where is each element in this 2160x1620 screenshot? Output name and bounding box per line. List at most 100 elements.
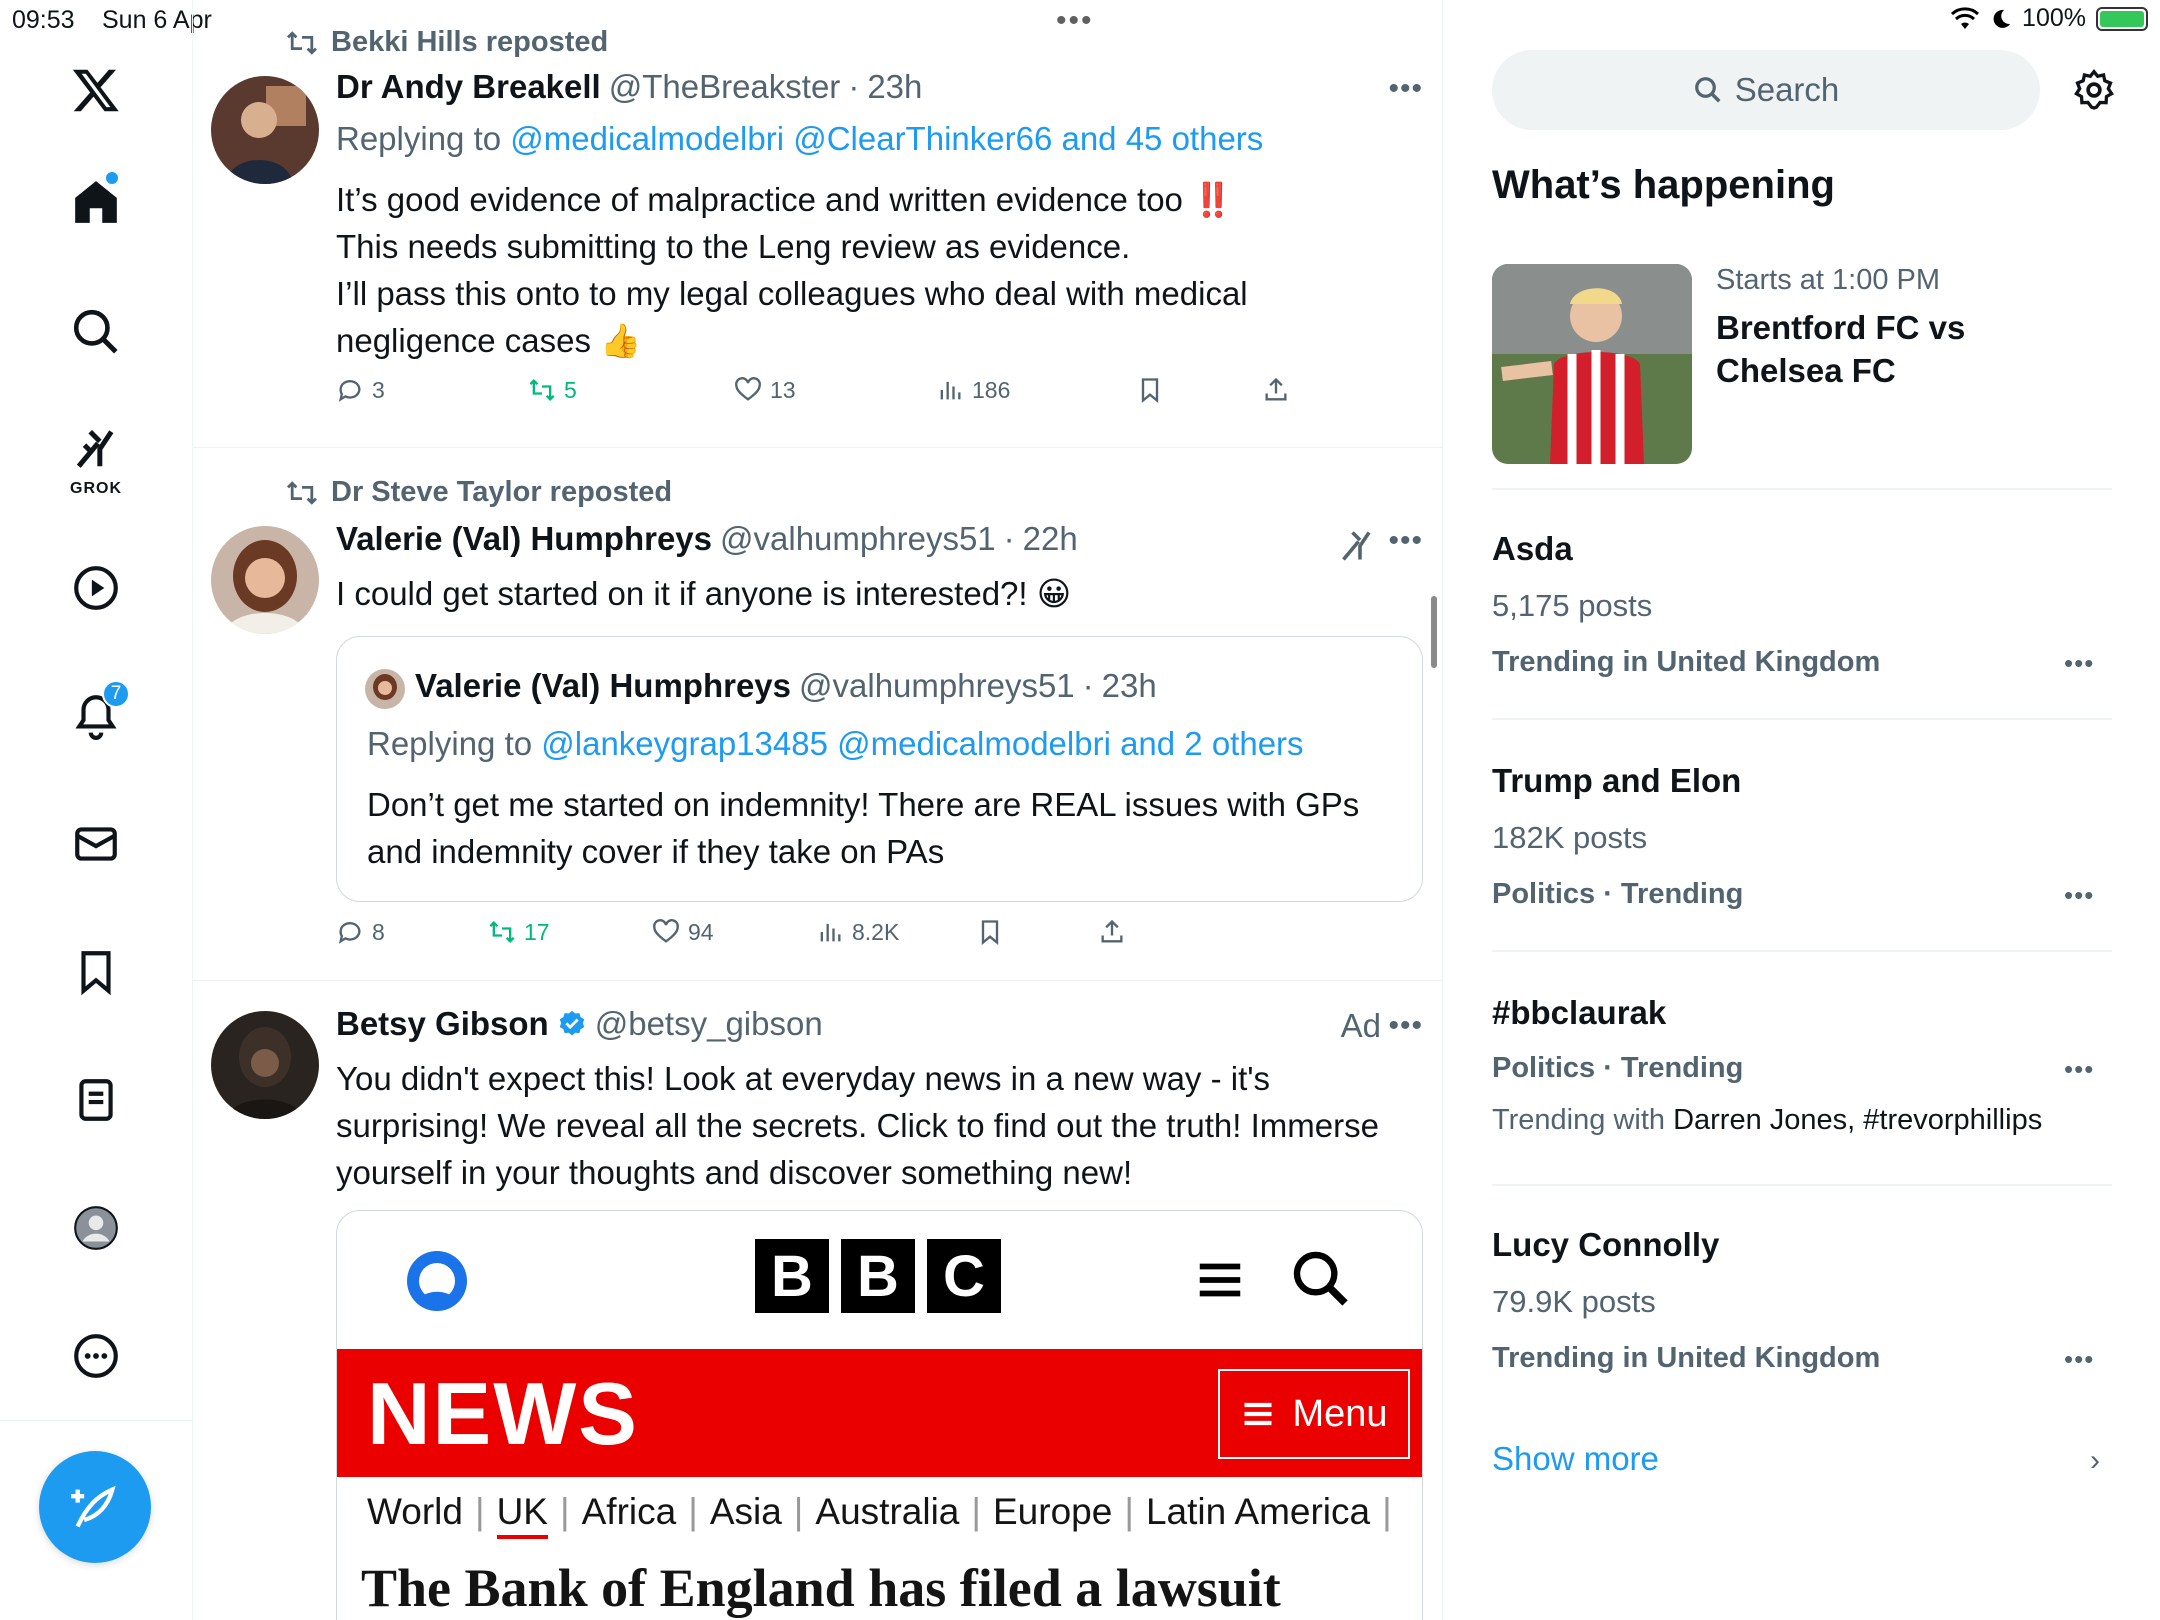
repost-icon [529,379,555,401]
show-more-link[interactable]: Show more [1492,1440,1659,1478]
event-image[interactable] [1492,264,1692,464]
lists-icon[interactable] [46,1060,146,1140]
bbc-nav-asia[interactable]: Asia [710,1491,782,1539]
chevron-right-icon: › [2090,1444,2100,1477]
bbc-nav-uk[interactable]: UK [496,1491,548,1539]
whats-happening-title: What’s happening [1492,163,1835,207]
trend-post-count: 182K posts [1492,820,1648,855]
bbc-nav-world[interactable]: World [367,1491,463,1539]
trend-name: Trump and Elon [1492,762,1742,799]
bbc-news-banner: NEWS Menu [337,1349,1422,1477]
heart-icon [735,377,761,401]
bbc-account-icon[interactable] [401,1245,473,1317]
views-count: 8.2K [852,918,900,945]
home-icon[interactable] [46,162,146,242]
tweet-text: You didn't expect this! Look at everyday… [336,1060,1379,1191]
views-count: 186 [972,376,1011,403]
repost-button[interactable]: 5 [528,376,577,404]
bbc-search-icon[interactable] [1289,1247,1353,1311]
share-button[interactable] [1262,376,1290,404]
right-sidebar: Search What’s happening Starts at 1:00 P… [1444,0,2160,1620]
event-title[interactable]: Brentford FC vs Chelsea FC [1716,306,2016,392]
reply-button[interactable]: 3 [336,376,385,404]
explore-search-icon[interactable] [46,292,146,372]
tweet-item[interactable]: Bekki Hills reposted Dr Andy Breakell @T… [193,0,1442,448]
quoted-tweet-card[interactable]: Valerie (Val) Humphreys @valhumphreys51 … [336,636,1423,902]
trend-name: #bbclaurak [1492,994,1667,1031]
bbc-nav-latin-america[interactable]: Latin America [1146,1491,1370,1539]
tweet-more-button[interactable]: ••• [1388,524,1423,558]
quoted-author-name: Valerie (Val) Humphreys [415,667,792,704]
trend-more-button[interactable]: ••• [2064,1344,2094,1375]
author-avatar[interactable] [211,526,319,634]
author-name[interactable]: Betsy Gibson [336,1005,549,1043]
tweet-more-button[interactable]: ••• [1388,72,1423,106]
quoted-replying-to-links[interactable]: @lankeygrap13485 @medicalmodelbri and 2 … [541,725,1303,762]
notifications-bell-icon[interactable]: 7 [46,676,146,756]
trend-more-button[interactable]: ••• [2064,880,2094,911]
tweet-more-button[interactable]: ••• [1388,1009,1423,1043]
replying-to-links[interactable]: @medicalmodelbri @ClearThinker66 and 45 … [510,120,1263,157]
search-input[interactable]: Search [1492,50,2040,130]
share-icon [1265,377,1287,401]
search-placeholder: Search [1734,71,1840,108]
feed-scrollbar[interactable] [1431,596,1437,668]
bbc-region-nav: World | UK | Africa | Asia | Australia | Euro… [367,1491,1404,1539]
grok-icon[interactable]: GROK [46,420,146,510]
profile-avatar-icon[interactable] [46,1188,146,1268]
bbc-nav-europe[interactable]: Europe [993,1491,1112,1539]
tweet-item[interactable]: Dr Steve Taylor reposted Valerie (Val) H… [193,448,1442,981]
trend-related: Trending with Darren Jones, #trevorphill… [1492,1104,2043,1136]
news-wordmark: NEWS [367,1364,639,1463]
bookmark-button[interactable] [976,918,1004,946]
reply-icon [338,380,361,402]
x-logo-icon[interactable] [46,50,146,130]
repost-count: 5 [564,376,577,403]
trend-context: Politics · Trending [1492,1052,1744,1084]
bbc-nav-africa[interactable]: Africa [582,1491,677,1539]
bookmark-button[interactable] [1136,376,1164,404]
trend-more-button[interactable]: ••• [2064,648,2094,679]
quoted-author-handle: @valhumphreys51 [799,667,1075,704]
author-handle[interactable]: @TheBreakster [609,68,841,106]
author-name[interactable]: Valerie (Val) Humphreys [336,520,712,558]
quoted-author-avatar [365,669,405,709]
like-button[interactable]: 94 [652,918,714,946]
author-handle[interactable]: @valhumphreys51 [720,520,996,558]
reply-count: 8 [372,918,385,945]
author-handle[interactable]: @betsy_gibson [595,1005,823,1043]
views-button[interactable]: 8.2K [816,918,899,946]
tweet-timestamp[interactable]: 23h [867,68,922,106]
verified-badge-icon [559,1010,584,1036]
hamburger-menu-icon[interactable] [1193,1253,1247,1307]
reply-icon [338,922,361,944]
bbc-menu-button[interactable]: Menu [1218,1369,1410,1459]
more-options-icon[interactable] [46,1316,146,1396]
repost-icon [489,921,515,943]
author-avatar[interactable] [211,76,319,184]
bbc-nav-australia[interactable]: Australia [815,1491,959,1539]
repost-button[interactable]: 17 [488,918,550,946]
messages-envelope-icon[interactable] [46,804,146,884]
bookmark-icon [1141,378,1159,403]
reply-button[interactable]: 8 [336,918,385,946]
video-icon[interactable] [46,548,146,628]
share-button[interactable] [1098,918,1126,946]
author-name[interactable]: Dr Andy Breakell [336,68,601,106]
ad-link-card[interactable]: B B C NEWS Menu World | UK | Africa | Asia |… [336,1210,1423,1620]
trend-more-button[interactable]: ••• [2064,1054,2094,1085]
views-button[interactable]: 186 [936,376,1010,404]
like-button[interactable]: 13 [734,376,796,404]
bookmarks-icon[interactable] [46,932,146,1012]
author-avatar[interactable] [211,1011,319,1119]
repost-icon [287,30,317,55]
compose-post-button[interactable] [39,1451,151,1563]
trend-post-count: 79.9K posts [1492,1284,1656,1319]
bbc-headline: The Bank of England has filed a lawsuit [361,1558,1281,1618]
tweet-timestamp[interactable]: 22h [1023,520,1078,558]
event-time: Starts at 1:00 PM [1716,264,1941,296]
grok-explain-icon[interactable] [1339,528,1375,564]
views-chart-icon [820,923,841,942]
compose-feather-icon [71,1485,116,1528]
gear-icon[interactable] [2072,68,2116,112]
